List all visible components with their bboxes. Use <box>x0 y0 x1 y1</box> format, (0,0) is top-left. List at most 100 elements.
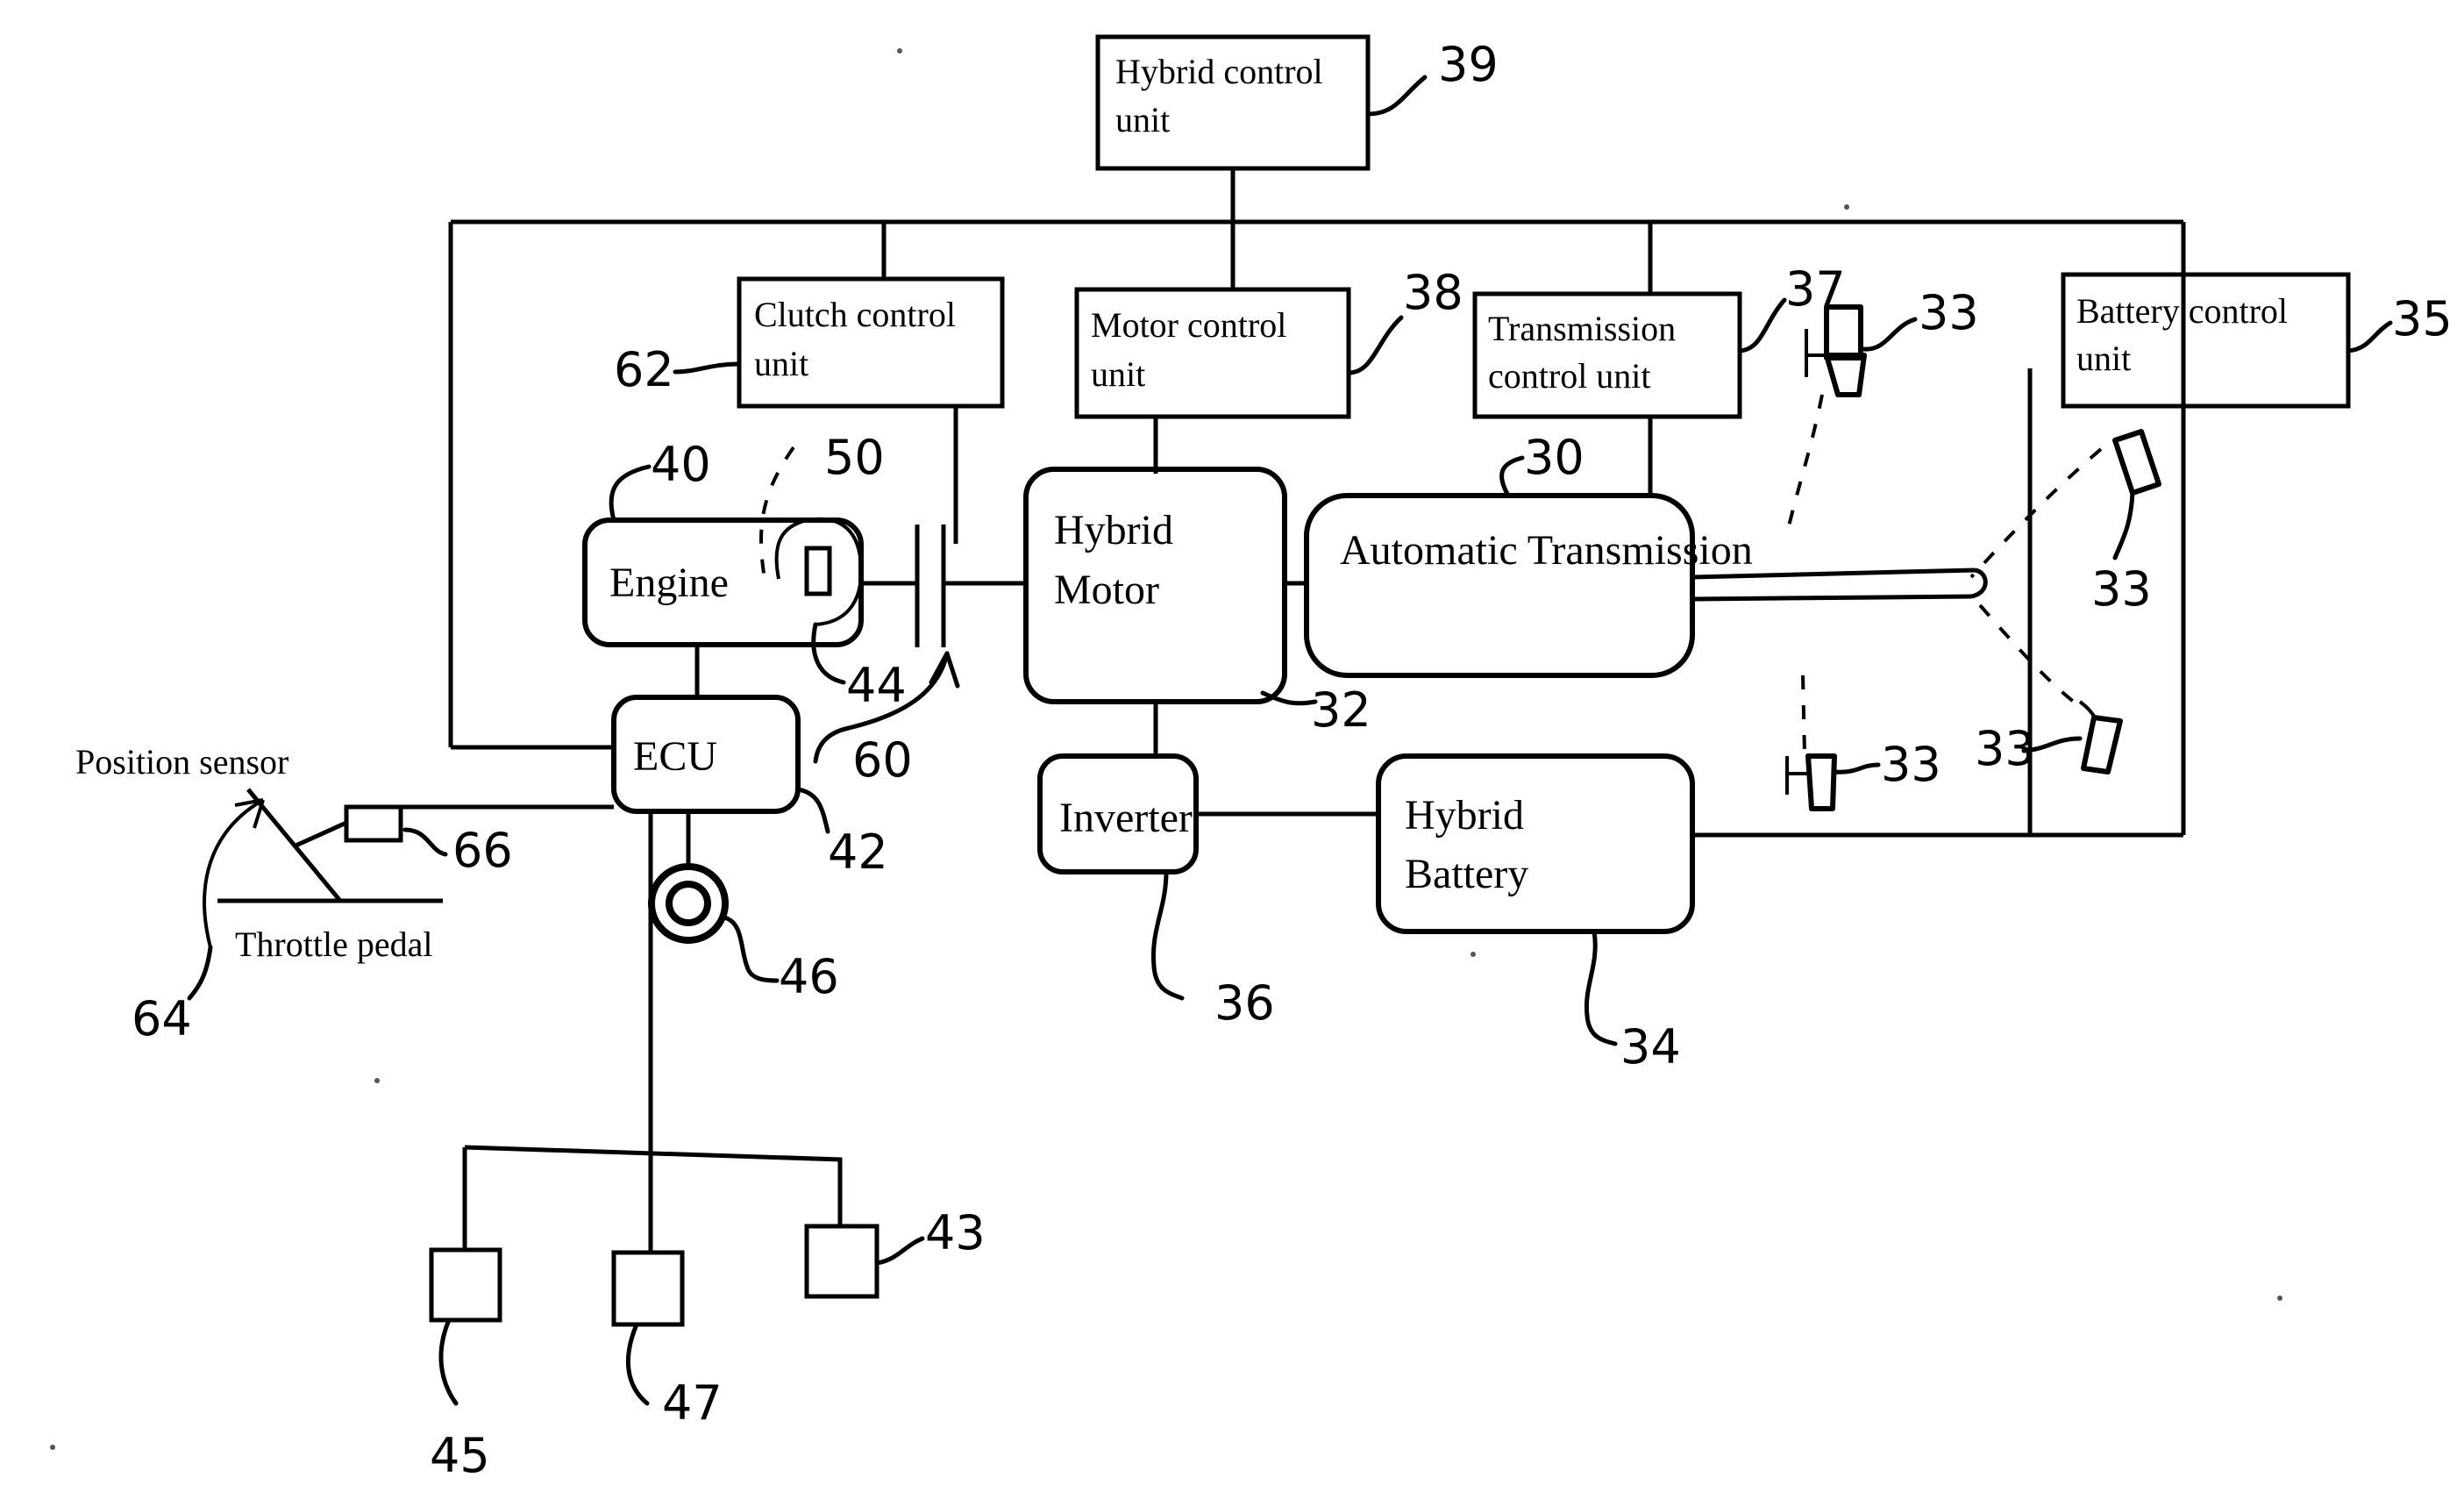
hybrid-battery-label-line2: Battery <box>1405 851 1528 897</box>
transmission-control-unit-box[interactable]: Transmission control unit <box>1472 291 1742 419</box>
ref-lead-46 <box>722 915 780 983</box>
clutch-control-unit-label-line2: unit <box>754 344 808 383</box>
sensor-box-left[interactable] <box>429 1247 502 1323</box>
ref-number-47: 47 <box>662 1375 723 1431</box>
ref-lead-43 <box>874 1236 925 1266</box>
ref-number-38: 38 <box>1403 265 1463 320</box>
ecu-label: ECU <box>633 733 717 780</box>
ref-number-44: 44 <box>846 658 907 713</box>
ref-number-33-top: 33 <box>1919 285 1979 340</box>
ref-lead-66 <box>402 827 448 857</box>
position-sensor-label: Position sensor <box>75 742 288 782</box>
ref-arrow-60-b <box>944 651 960 689</box>
hybrid-motor-label-line2: Motor <box>1054 567 1159 613</box>
clutch-control-unit-label-line1: Clutch control <box>754 295 956 334</box>
pedal-position-sensor-box[interactable] <box>344 804 403 843</box>
inverter-box[interactable]: Inverter <box>1037 753 1199 874</box>
ref-number-30: 30 <box>1524 430 1585 485</box>
dashed-link-wheel-top <box>1787 394 1824 527</box>
wheel-sensor-right <box>2112 429 2161 496</box>
ref-number-35: 35 <box>2392 291 2453 346</box>
ref-lead-35 <box>2346 320 2393 353</box>
ref-lead-30 <box>1499 455 1525 498</box>
ref-lead-33-bottom-left <box>1832 762 1881 774</box>
hybrid-battery-box[interactable]: Hybrid Battery <box>1376 753 1695 934</box>
ref-number-62: 62 <box>614 342 674 397</box>
ref-number-36: 36 <box>1214 975 1275 1031</box>
ref-number-64: 64 <box>132 991 192 1046</box>
ref-number-50: 50 <box>824 430 885 485</box>
throttle-pedal-label: Throttle pedal <box>235 924 432 964</box>
ref-number-33-bottom-left: 33 <box>1881 737 1941 792</box>
engine-box[interactable]: Engine <box>582 518 864 647</box>
ref-lead-62 <box>673 361 742 375</box>
ref-lead-42 <box>795 787 830 834</box>
hybrid-motor-box[interactable]: Hybrid Motor <box>1023 467 1287 704</box>
scan-speck <box>897 48 902 54</box>
wheel-sensor-bottom-left <box>1785 753 1837 811</box>
battery-control-unit-box[interactable]: Battery control unit <box>2061 272 2351 409</box>
scan-speck <box>50 1445 55 1450</box>
sensor-box-right[interactable] <box>804 1224 879 1299</box>
engine-label: Engine <box>609 560 729 606</box>
dashed-link-wheel-bl <box>1801 675 1806 755</box>
ref-lead-32 <box>1260 690 1318 706</box>
ref-lead-33-top <box>1862 317 1918 352</box>
hybrid-motor-label-line1: Hybrid <box>1054 507 1173 553</box>
sensor-tree <box>462 1145 843 1254</box>
scan-speck <box>1471 952 1476 957</box>
transmission-control-unit-label-line1: Transmission <box>1488 309 1676 348</box>
battery-control-unit-label-line2: unit <box>2076 339 2131 378</box>
diagram-canvas: Hybrid control unit 39 Clutch control un… <box>0 0 2464 1499</box>
hybrid-control-unit-box[interactable]: Hybrid control unit <box>1095 34 1371 171</box>
ecu-box[interactable]: ECU <box>611 695 801 814</box>
throttle-pedal-assembly <box>203 788 443 948</box>
hybrid-control-unit-label-line2: unit <box>1115 100 1170 139</box>
ref-number-34: 34 <box>1620 1019 1681 1074</box>
patent-figure: Hybrid control unit 39 Clutch control un… <box>50 34 2453 1483</box>
hybrid-battery-label-line1: Hybrid <box>1405 792 1524 839</box>
motor-control-unit-box[interactable]: Motor control unit <box>1074 287 1351 419</box>
ref-lead-47 <box>625 1322 650 1406</box>
automatic-transmission-label: Automatic Transmission <box>1340 527 1753 574</box>
ref-number-46: 46 <box>779 949 839 1004</box>
ref-lead-45 <box>438 1317 459 1406</box>
scan-speck <box>2277 1296 2282 1301</box>
transmission-output-shaft <box>1691 567 1988 602</box>
ref-number-42: 42 <box>828 824 888 880</box>
ref-lead-37 <box>1737 297 1787 353</box>
ref-number-33-bottom-right: 33 <box>1975 721 2035 776</box>
ecu-circle-element <box>648 863 729 944</box>
ref-number-45: 45 <box>430 1428 490 1483</box>
hybrid-control-unit-label-line1: Hybrid control <box>1115 52 1323 91</box>
ref-number-60: 60 <box>852 732 913 788</box>
dashed-link-wheel-right <box>1969 447 2103 579</box>
ref-lead-34 <box>1584 929 1618 1046</box>
clutch-control-unit-box[interactable]: Clutch control unit <box>737 276 1005 409</box>
scan-speck <box>1844 204 1849 210</box>
wheel-sensor-bottom-right <box>2078 700 2123 774</box>
ref-number-66: 66 <box>452 823 513 878</box>
motor-control-unit-label-line1: Motor control <box>1091 305 1286 345</box>
ref-number-32: 32 <box>1311 682 1371 738</box>
automatic-transmission-box[interactable]: Automatic Transmission <box>1304 493 1753 678</box>
inverter-label: Inverter <box>1059 795 1193 841</box>
ref-lead-64 <box>187 945 213 1001</box>
ref-number-43: 43 <box>925 1205 986 1260</box>
ref-lead-44 <box>811 622 846 685</box>
ref-number-33-right: 33 <box>2091 561 2152 617</box>
scan-speck <box>374 1078 380 1083</box>
motor-control-unit-label-line2: unit <box>1091 354 1145 394</box>
ref-number-39: 39 <box>1438 37 1499 92</box>
ref-lead-38 <box>1346 315 1404 375</box>
ref-lead-39 <box>1365 75 1428 117</box>
wheel-sensor-top <box>1805 304 1867 397</box>
battery-control-unit-label-line1: Battery control <box>2076 291 2288 331</box>
ref-number-40: 40 <box>651 437 711 492</box>
ref-lead-40 <box>609 464 652 523</box>
sensor-box-middle[interactable] <box>611 1250 685 1327</box>
transmission-control-unit-label-line2: control unit <box>1488 356 1651 396</box>
ref-lead-33-right <box>2112 490 2135 560</box>
clutch-symbol <box>861 525 1026 647</box>
ref-lead-36 <box>1150 869 1185 1001</box>
